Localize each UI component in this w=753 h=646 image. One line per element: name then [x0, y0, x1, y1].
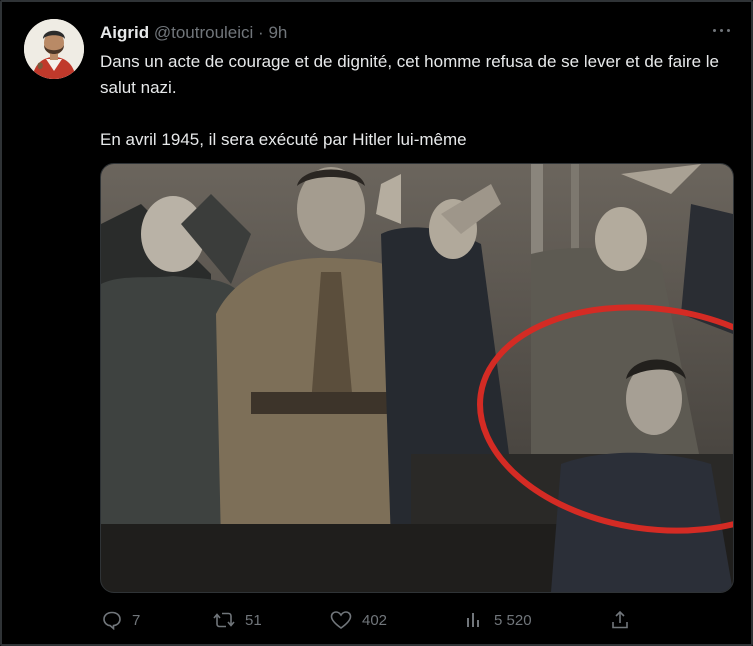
- author-name[interactable]: Aigrid: [100, 23, 149, 42]
- avatar-image: [24, 19, 84, 79]
- retweet-icon: [213, 612, 235, 628]
- reply-count: 7: [132, 611, 141, 629]
- tweet-actions: 7 51 402 5 520: [100, 606, 740, 634]
- like-icon: [330, 611, 352, 629]
- reply-icon: [103, 611, 121, 630]
- author-handle[interactable]: @toutrouleici: [154, 23, 253, 42]
- reply-button[interactable]: 7: [102, 606, 140, 634]
- share-button[interactable]: [610, 606, 630, 634]
- views-icon: [467, 613, 479, 627]
- like-count: 402: [362, 611, 388, 629]
- tweet-photo[interactable]: [100, 163, 734, 593]
- more-icon[interactable]: [711, 22, 733, 40]
- views-button[interactable]: 5 520: [464, 606, 532, 634]
- tweet-text: Dans un acte de courage et de dignité, c…: [100, 49, 740, 153]
- separator-dot: ·: [258, 23, 264, 42]
- retweet-count: 51: [245, 611, 262, 629]
- avatar[interactable]: [24, 19, 84, 79]
- tweet-paragraph-1: Dans un acte de courage et de dignité, c…: [100, 52, 719, 97]
- like-button[interactable]: 402: [330, 606, 387, 634]
- share-icon: [612, 610, 628, 629]
- photo-image: [101, 164, 733, 592]
- tweet-timestamp[interactable]: 9h: [268, 23, 287, 42]
- tweet-header: Aigrid @toutrouleici · 9h: [100, 22, 287, 44]
- views-count: 5 520: [494, 611, 532, 629]
- retweet-button[interactable]: 51: [213, 606, 262, 634]
- tweet-paragraph-2: En avril 1945, il sera exécuté par Hitle…: [100, 130, 467, 149]
